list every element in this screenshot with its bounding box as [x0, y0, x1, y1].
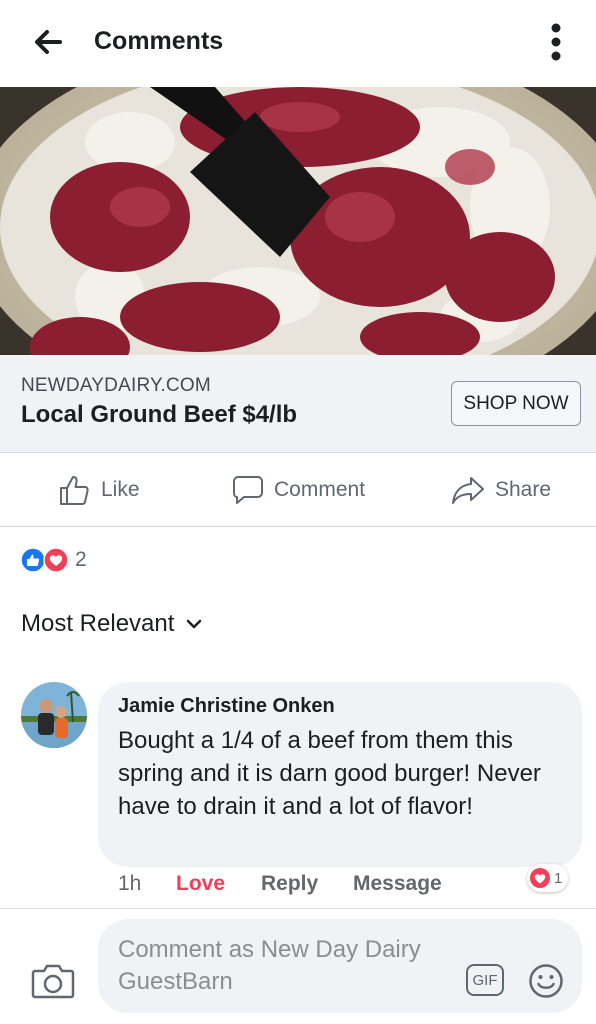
like-button[interactable]: Like	[57, 453, 140, 527]
comment-timestamp[interactable]: 1h	[118, 872, 141, 896]
comment-meta: 1h Love Reply Message	[118, 872, 442, 896]
share-arrow-icon	[452, 477, 484, 504]
reaction-summary[interactable]: 2	[20, 545, 87, 575]
share-button[interactable]: Share	[451, 453, 551, 527]
thumbs-up-icon	[60, 476, 89, 505]
smiley-icon	[529, 964, 563, 998]
comment-sort-dropdown[interactable]: Most Relevant	[21, 610, 202, 638]
arrow-left-icon	[35, 30, 62, 54]
camera-icon	[31, 964, 75, 999]
gif-button[interactable]: GIF	[466, 964, 504, 996]
sort-label: Most Relevant	[21, 610, 175, 637]
ad-link-footer[interactable]: NEWDAYDAIRY.COM Local Ground Beef $4/lb …	[0, 355, 596, 453]
like-label: Like	[101, 478, 140, 501]
comment-reaction-badge[interactable]: 1	[527, 864, 569, 892]
chevron-down-icon	[187, 619, 202, 629]
comment-love-button[interactable]: Love	[176, 872, 225, 896]
commenter-avatar[interactable]	[21, 682, 87, 748]
comment-composer[interactable]: Comment as New Day Dairy GuestBarn GIF	[98, 919, 582, 1013]
comment-text: Bought a 1/4 of a beef from them this sp…	[118, 727, 541, 820]
profile-photo	[21, 682, 87, 748]
shop-now-button[interactable]: SHOP NOW	[451, 381, 581, 426]
share-label: Share	[495, 478, 552, 501]
back-button[interactable]	[28, 22, 68, 62]
more-options-button[interactable]	[540, 20, 572, 64]
top-bar: Comments	[0, 0, 596, 87]
comment-bubble[interactable]: Jamie Christine Onken Bought a 1/4 of a …	[98, 682, 582, 867]
comment-author[interactable]: Jamie Christine Onken	[118, 695, 562, 718]
post-action-bar: Like Comment Share	[0, 453, 596, 527]
comment-message-button[interactable]: Message	[353, 872, 442, 896]
reaction-count: 2	[75, 548, 87, 571]
divider	[0, 908, 596, 909]
love-reaction-icon	[530, 868, 550, 888]
speech-bubble-icon	[233, 476, 263, 504]
ground-beef-photo	[0, 87, 596, 355]
comment-label: Comment	[274, 478, 366, 501]
emoji-button[interactable]	[528, 963, 564, 999]
comment-reaction-count: 1	[554, 869, 563, 887]
love-reaction-icon	[43, 547, 69, 573]
comment-button[interactable]: Comment	[232, 453, 365, 527]
ad-image[interactable]	[0, 87, 596, 355]
ad-headline: Local Ground Beef $4/lb	[21, 401, 298, 428]
camera-button[interactable]	[31, 962, 75, 1000]
page-title: Comments	[94, 27, 224, 55]
comment-reply-button[interactable]: Reply	[261, 872, 318, 896]
ad-domain: NEWDAYDAIRY.COM	[21, 375, 211, 396]
composer-placeholder[interactable]: Comment as New Day Dairy GuestBarn	[118, 934, 448, 998]
vertical-dots-icon	[551, 23, 561, 61]
